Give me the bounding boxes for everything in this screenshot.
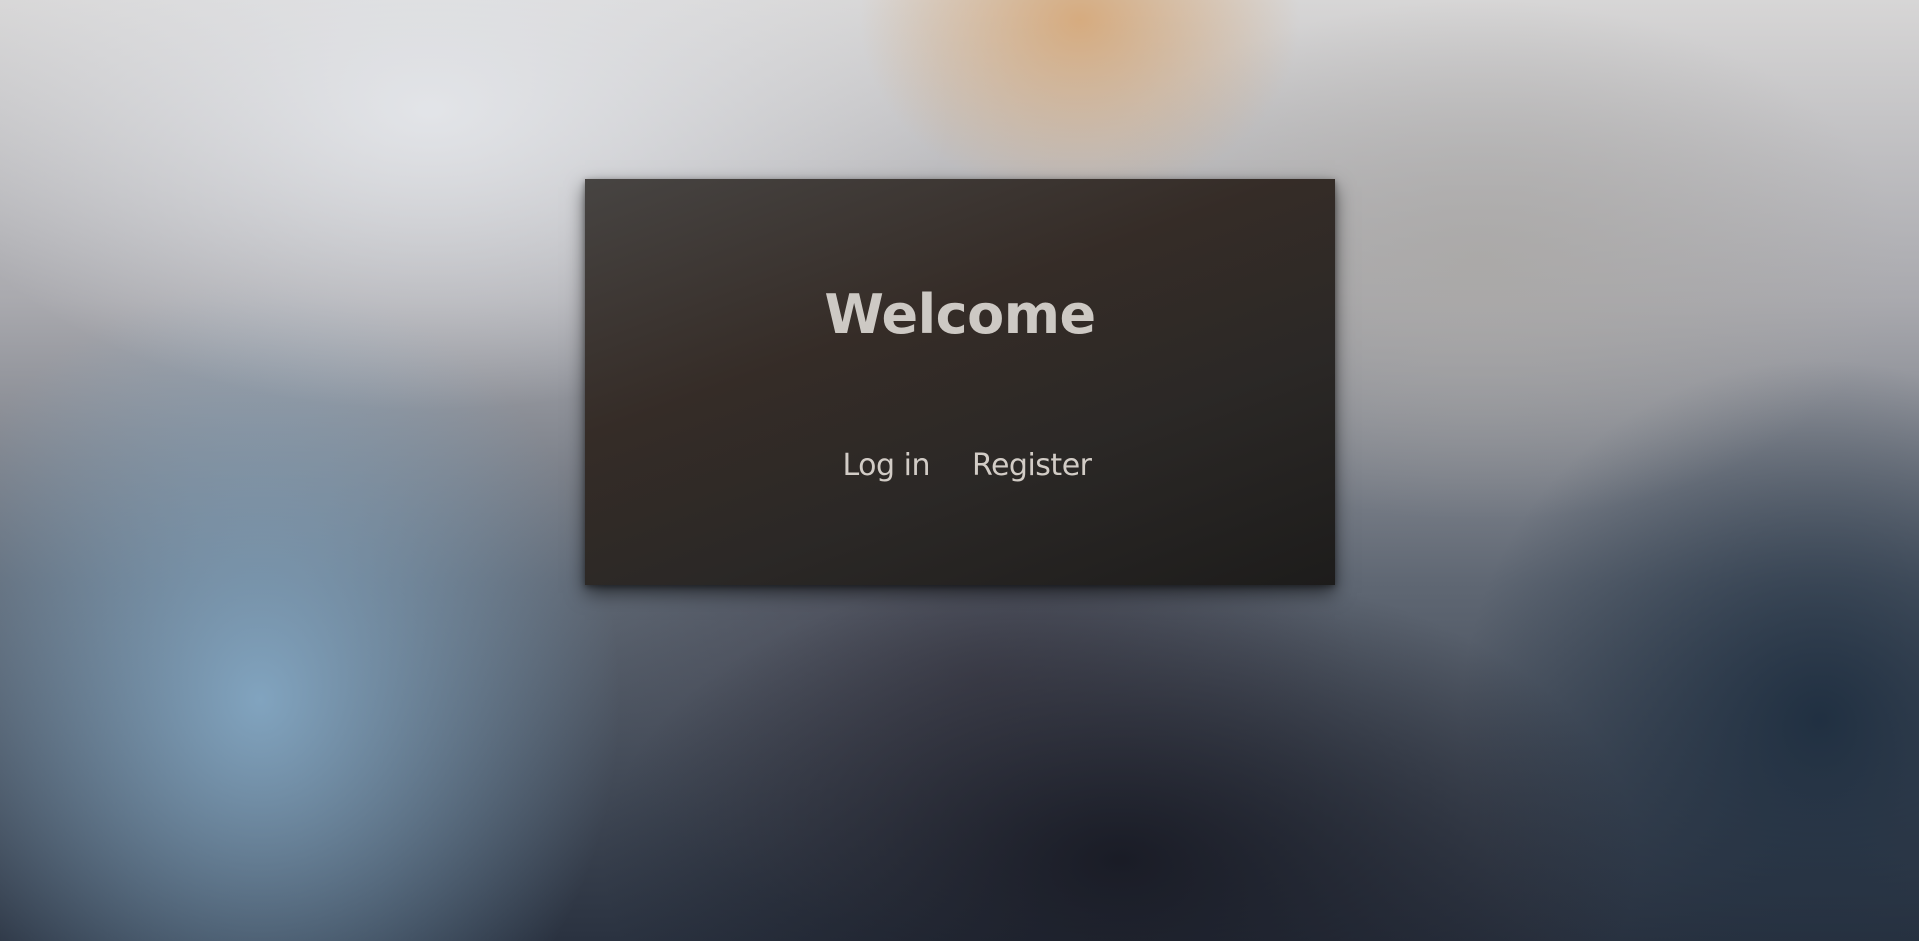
- register-link[interactable]: Register: [972, 446, 1092, 486]
- page-title: Welcome: [824, 283, 1096, 346]
- login-link[interactable]: Log in: [843, 446, 931, 486]
- welcome-panel: Welcome Log in Register: [585, 179, 1335, 585]
- auth-nav: Log in Register: [585, 446, 1335, 486]
